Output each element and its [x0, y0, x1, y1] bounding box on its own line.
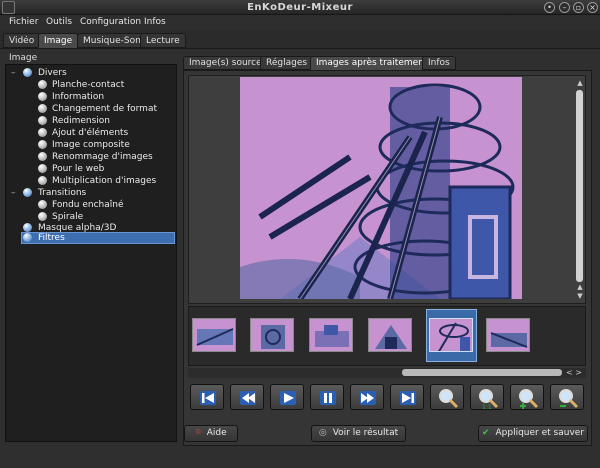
tab-infos[interactable]: Infos: [422, 56, 456, 70]
help-button[interactable]: ⌾ Aide: [184, 425, 238, 442]
maximize-icon[interactable]: ▫: [573, 2, 584, 13]
horizontal-scroll-thumb[interactable]: [402, 369, 562, 376]
tree-item-filtres[interactable]: Filtres: [23, 232, 173, 244]
svg-text:1:1: 1:1: [482, 404, 492, 411]
collapse-icon[interactable]: –: [11, 67, 16, 79]
item-orb-icon: [38, 80, 47, 89]
skip-first-button[interactable]: [190, 384, 224, 410]
eye-icon: ◎: [318, 428, 327, 438]
skip-first-icon: [200, 391, 216, 405]
close-icon[interactable]: ×: [587, 2, 598, 13]
item-orb-icon: [38, 104, 47, 113]
tree-item-ajout-elements[interactable]: Ajout d'éléments: [38, 127, 173, 139]
menu-fichier[interactable]: Fichier: [9, 15, 38, 30]
fast-forward-icon: [360, 391, 376, 405]
help-lifebuoy-icon: ⌾: [195, 428, 201, 438]
tree-item-multiplication[interactable]: Multiplication d'images: [38, 175, 173, 187]
fast-forward-button[interactable]: [350, 384, 384, 410]
play-button[interactable]: [270, 384, 304, 410]
tab-musique-son[interactable]: Musique-Son: [77, 33, 147, 48]
category-orb-icon: [23, 188, 32, 197]
tree-item-image-composite[interactable]: Image composite: [38, 139, 173, 151]
vertical-scroll-thumb[interactable]: [576, 90, 583, 282]
window-title: EnKoDeur-Mixeur: [247, 2, 353, 13]
item-orb-icon: [38, 92, 47, 101]
pause-button[interactable]: [310, 384, 344, 410]
tree-item-pour-le-web[interactable]: Pour le web: [38, 163, 173, 175]
tree-header: Image: [9, 53, 38, 63]
collapse-icon[interactable]: –: [11, 187, 16, 199]
check-icon: ✔: [481, 428, 490, 438]
thumbnail-3[interactable]: [309, 318, 353, 352]
tab-images-apres-traitement[interactable]: Images après traitement: [310, 56, 434, 70]
thumbnail-2[interactable]: [250, 318, 294, 352]
zoom-fit-button[interactable]: 1:1: [470, 384, 504, 411]
thumbnail-1[interactable]: [192, 318, 236, 352]
category-orb-icon: [23, 233, 32, 242]
tree-item-planche-contact[interactable]: Planche-contact: [38, 79, 173, 91]
window-menu-icon[interactable]: [2, 1, 15, 14]
minimize-icon[interactable]: –: [559, 2, 570, 13]
skip-last-icon: [400, 391, 416, 405]
category-orb-icon: [23, 223, 32, 232]
scroll-down-icon[interactable]: ▼: [576, 292, 584, 300]
item-orb-icon: [38, 212, 47, 221]
zoom-out-button[interactable]: [550, 384, 584, 410]
tree-item-transitions[interactable]: – Transitions: [11, 187, 171, 199]
tab-video[interactable]: Vidéo: [3, 33, 41, 48]
tab-image[interactable]: Image: [38, 33, 79, 48]
sticky-icon[interactable]: •: [544, 2, 555, 13]
rewind-button[interactable]: [230, 384, 264, 410]
tab-reglages[interactable]: Réglages: [260, 56, 314, 70]
tree-item-redimension[interactable]: Redimension: [38, 115, 173, 127]
scroll-down-icon[interactable]: ▲: [576, 283, 584, 291]
zoom-button[interactable]: [430, 384, 464, 410]
item-orb-icon: [38, 140, 47, 149]
zoom-icon: [439, 389, 459, 409]
tree-item-fondu-enchaine[interactable]: Fondu enchaîné: [38, 199, 173, 211]
rewind-icon: [240, 391, 256, 405]
item-orb-icon: [38, 152, 47, 161]
item-orb-icon: [38, 176, 47, 185]
processed-image: [240, 77, 522, 299]
zoom-in-button[interactable]: [510, 384, 544, 410]
skip-last-button[interactable]: [390, 384, 424, 410]
item-orb-icon: [38, 200, 47, 209]
item-orb-icon: [38, 164, 47, 173]
thumbnail-6[interactable]: [486, 318, 530, 352]
menu-outils[interactable]: Outils: [46, 15, 72, 30]
tab-images-source[interactable]: Image(s) source: [183, 56, 268, 70]
scroll-up-icon[interactable]: ▲: [576, 79, 584, 87]
zoom-out-icon: [559, 389, 579, 409]
tab-lecture[interactable]: Lecture: [140, 33, 186, 48]
tree-item-changement-format[interactable]: Changement de format: [38, 103, 173, 115]
tree-item-divers[interactable]: – Divers: [11, 67, 171, 79]
thumbnail-5[interactable]: [429, 318, 473, 352]
apply-save-button[interactable]: ✔ Appliquer et sauver: [478, 425, 588, 442]
item-orb-icon: [38, 116, 47, 125]
pause-icon: [320, 391, 336, 405]
zoom-fit-icon: 1:1: [479, 389, 499, 411]
category-orb-icon: [23, 68, 32, 77]
item-orb-icon: [38, 128, 47, 137]
scroll-arrows-icon[interactable]: < >: [566, 368, 586, 377]
menu-configuration[interactable]: Configuration: [80, 15, 141, 30]
tree-item-renommage[interactable]: Renommage d'images: [38, 151, 173, 163]
tree-item-information[interactable]: Information: [38, 91, 173, 103]
zoom-in-icon: [519, 389, 539, 409]
menu-infos[interactable]: Infos: [144, 15, 166, 30]
preview-result-button[interactable]: ◎ Voir le résultat: [311, 425, 406, 442]
play-icon: [280, 391, 296, 405]
thumbnail-4[interactable]: [368, 318, 412, 352]
